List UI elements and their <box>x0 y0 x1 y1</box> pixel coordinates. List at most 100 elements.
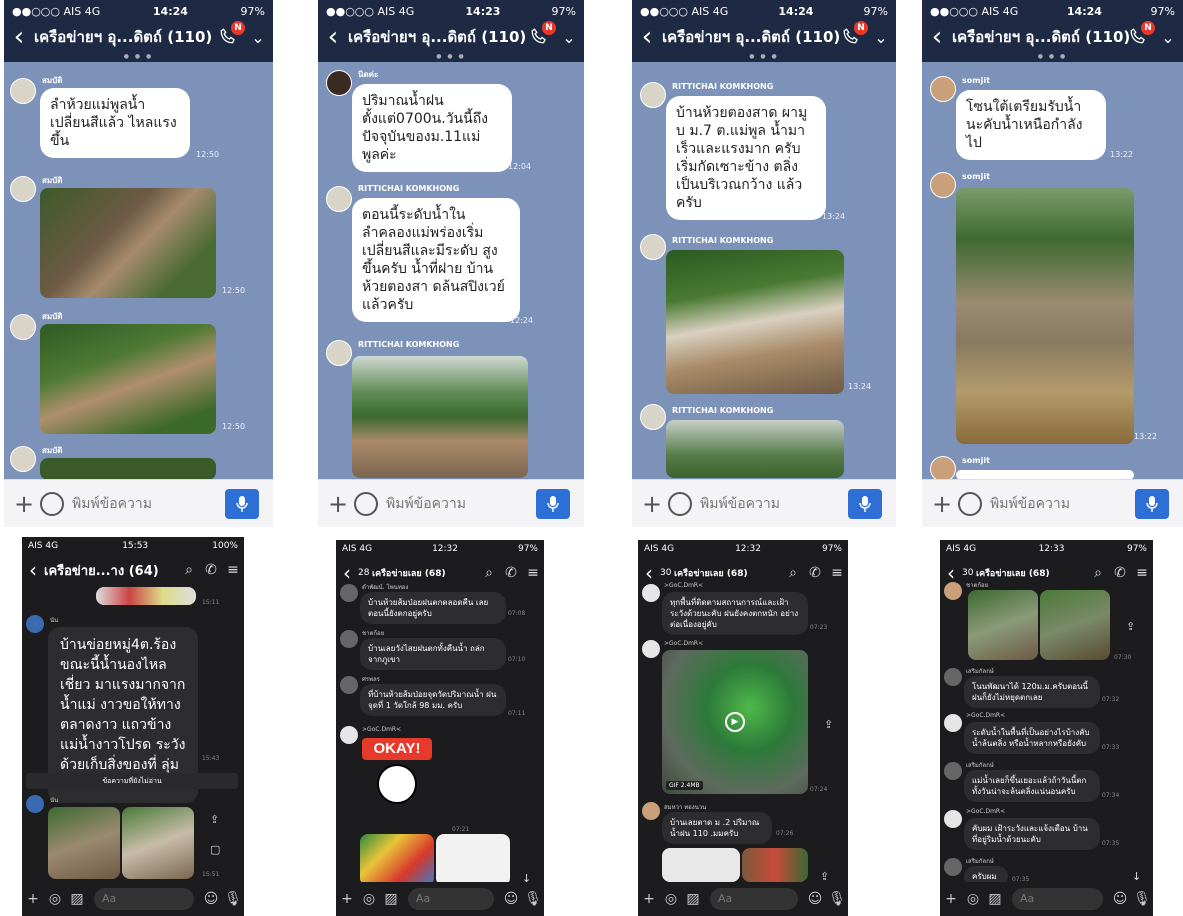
plus-icon[interactable]: + <box>940 891 962 907</box>
share-icon[interactable]: ⇪ <box>824 718 833 731</box>
back-icon[interactable]: ‹ <box>4 23 34 51</box>
emoji-icon[interactable]: ☺ <box>1109 891 1131 907</box>
back-icon[interactable]: ‹ <box>336 561 358 585</box>
message-input[interactable]: พิมพ์ข้อความ <box>700 493 848 515</box>
plus-icon[interactable]: + <box>22 891 44 907</box>
back-icon[interactable]: ‹ <box>922 23 952 51</box>
emoji-icon[interactable]: ☺ <box>200 891 222 907</box>
search-icon[interactable]: ⌕ <box>478 565 500 581</box>
back-icon[interactable]: ‹ <box>638 561 660 585</box>
photo-flood-pair-right[interactable] <box>122 807 194 879</box>
message-input[interactable]: Aa <box>710 888 798 910</box>
mic-icon[interactable]: 🎙 <box>222 891 244 907</box>
search-icon[interactable]: ⌕ <box>782 565 804 581</box>
message-input[interactable]: พิมพ์ข้อความ <box>990 493 1135 515</box>
message-bubble[interactable]: โนนพัฒนาได้ 120ม.ม.ครับตอนนี้ ฝนก็ยังไม่… <box>964 676 1100 708</box>
message-input[interactable]: Aa <box>1012 888 1103 910</box>
plus-icon[interactable]: + <box>928 490 956 518</box>
gallery-icon[interactable]: ▨ <box>380 891 402 907</box>
photo-document[interactable] <box>436 834 510 886</box>
back-icon[interactable]: ‹ <box>632 23 662 51</box>
photo-rain-gauge-record[interactable] <box>662 848 740 882</box>
share-icon[interactable]: ⇪ <box>210 813 219 826</box>
message-bubble[interactable]: ที่บ้านห้วยส้มป่อยจุดวัดปริมาณน้ำ ฝนจุดท… <box>360 684 506 716</box>
call-icon[interactable]: N <box>219 21 245 49</box>
message-bubble[interactable]: โซนใต้เตรียมรับน้ำ นะคับน้ำเหนือกำลัง ไป <box>956 90 1106 160</box>
back-icon[interactable]: ‹ <box>22 558 44 582</box>
plus-icon[interactable]: + <box>336 891 358 907</box>
search-icon[interactable]: ⌕ <box>178 562 200 578</box>
photo-header-thumbnail[interactable] <box>96 587 196 605</box>
message-bubble[interactable]: ระดับน้ำในพื้นที่เป็นอย่างไรบ้างคับ น้ำล… <box>964 722 1100 754</box>
mic-icon[interactable]: 🎙 <box>826 891 848 907</box>
photo-flood-river[interactable] <box>352 356 528 478</box>
photo-flood-weir[interactable] <box>956 188 1134 444</box>
call-icon[interactable]: ✆ <box>804 565 826 581</box>
play-icon[interactable]: ▶ <box>725 712 745 732</box>
photo-flood-river[interactable] <box>666 420 844 478</box>
emoji-icon[interactable] <box>354 491 378 516</box>
plus-icon[interactable]: + <box>10 490 38 518</box>
message-bubble[interactable]: บ้านเลยวังไสยฝนตกทั้งคืนน้ำ ถล่กจากภูเขา <box>360 638 506 670</box>
chevron-down-icon[interactable]: ⌄ <box>243 28 273 47</box>
back-count[interactable]: 30 <box>962 568 976 578</box>
back-count[interactable]: 30 <box>660 568 674 578</box>
menu-icon[interactable]: ≡ <box>522 565 544 581</box>
photo-flood-rapids[interactable] <box>666 250 844 394</box>
message-input[interactable]: พิมพ์ข้อความ <box>72 493 225 515</box>
plus-icon[interactable]: + <box>638 490 666 518</box>
message-input[interactable]: พิมพ์ข้อความ <box>386 493 536 515</box>
mic-icon[interactable] <box>848 488 882 519</box>
gallery-icon[interactable]: ▨ <box>66 891 88 907</box>
emoji-icon[interactable]: ☺ <box>500 891 522 907</box>
photo-flood-stream[interactable] <box>40 458 216 480</box>
message-bubble[interactable]: ปริมาณน้ำฝน ตั้งแต่0700น.วันนี้ถึง ปัจจุ… <box>352 84 512 172</box>
photo-flood-pair-left[interactable] <box>48 807 120 879</box>
photo-flood-pair-right[interactable] <box>1040 590 1110 660</box>
photo-rain-gauge[interactable] <box>742 848 808 882</box>
menu-icon[interactable]: ≡ <box>1131 565 1153 581</box>
message-bubble[interactable]: ลำห้วยแม่พูลน้ำ เปลี่ยนสีแล้ว ไหลแรงขึ้น <box>40 88 190 158</box>
message-bubble[interactable]: บ้านห้วยตองสาด ผามูบ ม.7 ต.แม่พูล น้ำมาเ… <box>666 96 826 220</box>
mic-icon[interactable] <box>225 488 259 519</box>
search-icon[interactable]: ⌕ <box>1087 565 1109 581</box>
save-icon[interactable]: ▢ <box>210 843 220 856</box>
camera-icon[interactable]: ◎ <box>358 891 380 907</box>
emoji-icon[interactable] <box>40 491 64 516</box>
call-icon[interactable]: N <box>1129 21 1155 49</box>
emoji-icon[interactable]: ☺ <box>804 891 826 907</box>
camera-icon[interactable]: ◎ <box>962 891 984 907</box>
chevron-down-icon[interactable]: ⌄ <box>866 28 896 47</box>
camera-icon[interactable]: ◎ <box>660 891 682 907</box>
gallery-icon[interactable]: ▨ <box>984 891 1006 907</box>
emoji-icon[interactable] <box>958 491 982 516</box>
photo-flood-stream[interactable] <box>40 324 216 434</box>
mic-icon[interactable]: 🎙 <box>522 891 544 907</box>
mic-icon[interactable] <box>1135 488 1169 519</box>
message-bubble[interactable]: บ้านเลยตาด ม .2 ปริมาณน้ำฝน 110 .มมครับ <box>662 812 772 844</box>
back-icon[interactable]: ‹ <box>318 23 348 51</box>
emoji-icon[interactable] <box>668 491 692 516</box>
message-input[interactable]: Aa <box>94 888 194 910</box>
plus-icon[interactable]: + <box>324 490 352 518</box>
message-bubble[interactable]: คับผม เฝ้าระวังและแจ้งเตือน บ้าน ที่อยู่… <box>964 818 1100 850</box>
back-count[interactable]: 28 <box>358 568 372 578</box>
mic-icon[interactable]: 🎙 <box>1131 891 1153 907</box>
mic-icon[interactable] <box>536 488 570 519</box>
message-bubble[interactable]: ตอนนี้ระดับน้ำใน ลำคลองแม่พร่องเริ่ม เปล… <box>352 198 520 322</box>
call-icon[interactable]: ✆ <box>500 565 522 581</box>
menu-icon[interactable]: ≡ <box>222 562 244 578</box>
share-icon[interactable]: ⇪ <box>1126 620 1135 633</box>
menu-icon[interactable]: ≡ <box>826 565 848 581</box>
call-icon[interactable]: ✆ <box>1109 565 1131 581</box>
message-bubble[interactable]: บ้านห้วยส้มป่อยฝนตกตลอดคืน เลยตอนนี้ยังต… <box>360 592 506 624</box>
call-icon[interactable]: N <box>842 21 868 49</box>
message-bubble[interactable]: แม่น้ำเลยก็ขึ้นเยอะแล้วถ้าวันนี้ตก ทั้งว… <box>964 770 1100 802</box>
call-icon[interactable]: ✆ <box>200 562 222 578</box>
call-icon[interactable]: N <box>530 21 556 49</box>
photo-flood-pair-left[interactable] <box>968 590 1038 660</box>
okay-sticker[interactable]: OKAY! <box>362 738 432 818</box>
chevron-down-icon[interactable]: ⌄ <box>554 28 584 47</box>
message-bubble[interactable]: ทุกพื้นที่ติดตามสถานการณ์และเฝ้า ระวังด้… <box>662 592 808 635</box>
photo-rain-map[interactable] <box>360 834 434 886</box>
